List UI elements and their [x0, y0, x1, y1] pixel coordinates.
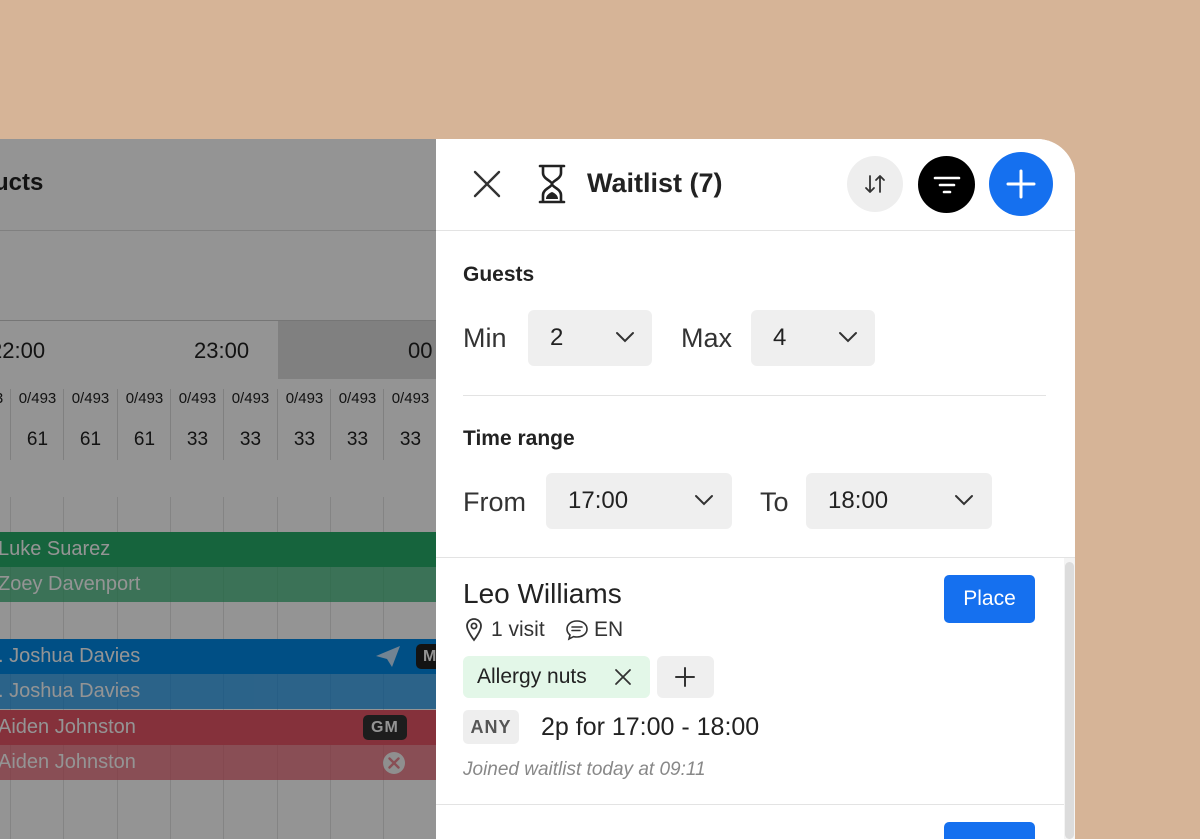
waitlist-panel: Waitlist (7) Guests Min 2 Max 4 Time ran… — [436, 139, 1075, 839]
panel-header: Waitlist (7) — [436, 139, 1075, 231]
panel-title: Waitlist (7) — [587, 168, 723, 198]
filter-icon — [933, 176, 960, 193]
waitlist-entry[interactable]: Leo Williams Place 1 visit EN Allergy nu… — [436, 558, 1064, 804]
chevron-down-icon — [616, 332, 634, 343]
area-badge: ANY — [463, 710, 519, 744]
plus-icon — [675, 667, 695, 687]
chevron-down-icon — [695, 495, 713, 506]
language-chat-icon — [566, 620, 588, 641]
to-time-select[interactable]: 18:00 — [806, 473, 992, 529]
party-time-slot: 2p for 17:00 - 18:00 — [541, 713, 760, 741]
joined-timestamp: Joined waitlist today at 09:11 — [463, 759, 706, 780]
add-button[interactable] — [989, 152, 1053, 216]
guest-name: Leo Williams — [463, 578, 622, 609]
remove-tag-icon[interactable] — [613, 667, 633, 687]
plus-icon — [1006, 169, 1036, 199]
language: EN — [594, 618, 624, 641]
guest-tag-chip[interactable]: Allergy nuts — [463, 656, 650, 698]
modal-overlay[interactable] — [0, 139, 436, 839]
max-label: Max — [681, 323, 733, 353]
place-button[interactable]: Place — [944, 575, 1035, 623]
next-place-button[interactable] — [944, 822, 1035, 839]
list-scrollbar[interactable] — [1064, 558, 1075, 839]
scroll-thumb[interactable] — [1065, 562, 1074, 839]
close-icon[interactable] — [469, 166, 505, 202]
visit-count: 1 visit — [491, 618, 545, 641]
to-label: To — [760, 487, 789, 517]
min-guests-select[interactable]: 2 — [528, 310, 652, 366]
sort-icon — [865, 175, 885, 193]
from-time-select[interactable]: 17:00 — [546, 473, 732, 529]
location-pin-icon — [466, 618, 482, 642]
filter-button[interactable] — [918, 156, 975, 213]
sort-button[interactable] — [847, 156, 903, 212]
app-window: ucts 22:00 23:00 00 0/493 0/493 0/493 0/… — [0, 139, 1075, 839]
time-range-section-title: Time range — [463, 427, 575, 450]
from-label: From — [463, 487, 526, 517]
guests-section-title: Guests — [463, 263, 535, 286]
add-tag-button[interactable] — [657, 656, 714, 698]
max-guests-select[interactable]: 4 — [751, 310, 875, 366]
min-label: Min — [463, 323, 507, 353]
chevron-down-icon — [839, 332, 857, 343]
timeline-view: ucts 22:00 23:00 00 0/493 0/493 0/493 0/… — [0, 139, 436, 839]
hourglass-icon — [538, 164, 566, 204]
chevron-down-icon — [955, 495, 973, 506]
